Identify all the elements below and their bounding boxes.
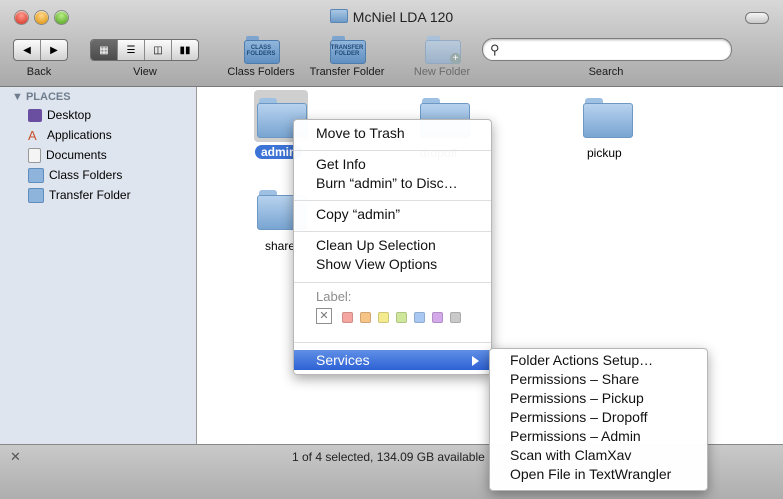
- back-button[interactable]: ◀: [14, 40, 41, 60]
- toolbar: McNiel LDA 120 ◀ ▶ Back ▦ ☰ ◫ ▮▮ View CL…: [0, 0, 783, 87]
- search-field[interactable]: ⚲: [482, 38, 732, 61]
- menu-separator: [294, 342, 491, 343]
- column-view-button[interactable]: ◫: [145, 40, 172, 60]
- submenu-item-permissions-pickup[interactable]: Permissions – Pickup: [510, 390, 644, 406]
- label-color-red[interactable]: [342, 312, 353, 323]
- desktop-icon: [28, 108, 42, 122]
- context-menu: Move to Trash Get Info Burn “admin” to D…: [293, 119, 492, 375]
- transfer-folder-label: Transfer Folder: [309, 66, 385, 78]
- menu-separator: [294, 150, 491, 151]
- icon-view-button[interactable]: ▦: [91, 40, 118, 60]
- list-view-button[interactable]: ☰: [118, 40, 145, 60]
- forward-button[interactable]: ▶: [41, 40, 67, 60]
- submenu-item-permissions-share[interactable]: Permissions – Share: [510, 371, 639, 387]
- menu-item-move-to-trash[interactable]: Move to Trash: [316, 125, 405, 141]
- sidebar-item-label: Desktop: [47, 108, 92, 122]
- transfer-folder-icon-text: TRANSFER FOLDER: [330, 45, 364, 57]
- services-submenu: Folder Actions Setup… Permissions – Shar…: [489, 348, 708, 491]
- class-folders-toolbar-button[interactable]: CLASS FOLDERS: [244, 36, 280, 64]
- sidebar-item-label: Documents: [46, 148, 107, 162]
- documents-icon: [28, 147, 41, 163]
- sidebar-item-desktop[interactable]: Desktop: [28, 106, 91, 124]
- submenu-item-permissions-dropoff[interactable]: Permissions – Dropoff: [510, 409, 647, 425]
- menu-item-copy[interactable]: Copy “admin”: [316, 206, 400, 222]
- menu-separator: [294, 200, 491, 201]
- sidebar-item-label: Transfer Folder: [49, 188, 131, 202]
- sidebar-item-label: Class Folders: [49, 168, 123, 182]
- label-color-gray[interactable]: [450, 312, 461, 323]
- plus-icon: +: [450, 53, 461, 64]
- sidebar: ▼ PLACES Desktop A Applications Document…: [0, 87, 197, 444]
- search-icon: ⚲: [490, 42, 500, 57]
- submenu-arrow-icon: [472, 356, 479, 366]
- folder-name-share[interactable]: share: [265, 239, 295, 253]
- class-folders-icon-text: CLASS FOLDERS: [246, 45, 276, 57]
- folder-icon: [28, 187, 44, 203]
- back-label: Back: [26, 66, 52, 78]
- sidebar-item-documents[interactable]: Documents: [28, 146, 107, 164]
- sidebar-item-class-folders[interactable]: Class Folders: [28, 166, 122, 184]
- sidebar-header-text: PLACES: [25, 91, 71, 103]
- label-heading: Label:: [316, 289, 352, 304]
- submenu-item-scan-with-clamxav[interactable]: Scan with ClamXav: [510, 447, 631, 463]
- label-color-green[interactable]: [396, 312, 407, 323]
- view-label: View: [133, 66, 157, 78]
- sidebar-section-header[interactable]: ▼ PLACES: [12, 91, 71, 103]
- folder-name-pickup[interactable]: pickup: [587, 146, 622, 160]
- new-folder-button[interactable]: +: [425, 36, 461, 64]
- menu-item-clean-up[interactable]: Clean Up Selection: [316, 237, 436, 253]
- submenu-item-open-in-textwrangler[interactable]: Open File in TextWrangler: [510, 466, 671, 482]
- menu-item-get-info[interactable]: Get Info: [316, 156, 366, 172]
- folder-icon: [329, 9, 348, 23]
- menu-separator: [294, 231, 491, 232]
- label-color-yellow[interactable]: [378, 312, 389, 323]
- class-folders-label: Class Folders: [227, 66, 295, 78]
- toolbar-toggle-button[interactable]: [745, 12, 769, 24]
- pin-icon: ✕: [10, 449, 21, 464]
- window-title-text: McNiel LDA 120: [352, 9, 454, 25]
- menu-item-burn[interactable]: Burn “admin” to Disc…: [316, 175, 458, 191]
- menu-item-show-view-options[interactable]: Show View Options: [316, 256, 437, 272]
- label-color-orange[interactable]: [360, 312, 371, 323]
- status-text: 1 of 4 selected, 134.09 GB available: [292, 450, 485, 464]
- coverflow-view-button[interactable]: ▮▮: [172, 40, 198, 60]
- submenu-item-permissions-admin[interactable]: Permissions – Admin: [510, 428, 641, 444]
- submenu-item-folder-actions-setup[interactable]: Folder Actions Setup…: [510, 352, 653, 368]
- sidebar-item-transfer-folder[interactable]: Transfer Folder: [28, 186, 131, 204]
- sidebar-item-applications[interactable]: A Applications: [28, 126, 112, 144]
- menu-separator: [294, 282, 491, 283]
- back-forward-control: ◀ ▶: [13, 39, 68, 61]
- services-label: Services: [316, 352, 370, 368]
- label-color-blue[interactable]: [414, 312, 425, 323]
- folder-icon: [28, 167, 44, 183]
- transfer-folder-toolbar-button[interactable]: TRANSFER FOLDER: [330, 36, 366, 64]
- menu-item-services[interactable]: Services: [294, 350, 491, 370]
- sidebar-item-label: Applications: [47, 128, 112, 142]
- folder-pickup[interactable]: [583, 98, 633, 138]
- label-color-purple[interactable]: [432, 312, 443, 323]
- new-folder-label: New Folder: [413, 66, 471, 78]
- window-title: McNiel LDA 120: [0, 9, 783, 25]
- search-label: Search: [588, 66, 624, 78]
- view-control: ▦ ☰ ◫ ▮▮: [90, 39, 199, 61]
- no-label-button[interactable]: ✕: [316, 308, 332, 324]
- applications-icon: A: [28, 127, 37, 143]
